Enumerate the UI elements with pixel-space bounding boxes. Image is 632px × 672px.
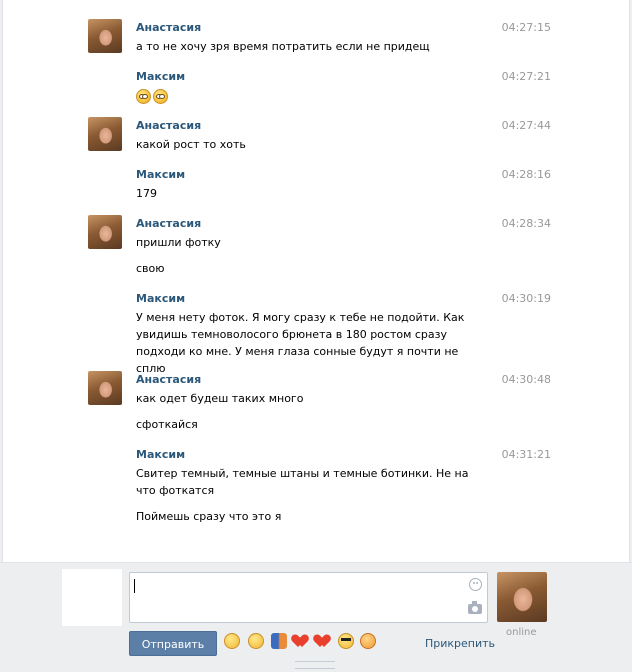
message-text: сфоткайся	[136, 418, 198, 431]
message-text: как одет будеш таких много	[136, 392, 304, 405]
message-text: Свитер темный, темные штаны и темные бот…	[136, 467, 469, 497]
smile-eye-roll-icon	[136, 88, 151, 104]
message-history: Анастасия 04:27:15 а то не хочу зря врем…	[2, 0, 630, 562]
heart-icon[interactable]	[294, 633, 310, 649]
message-time[interactable]: 04:27:44	[502, 119, 551, 132]
online-status: online	[506, 627, 537, 638]
message-author[interactable]: Анастасия	[136, 21, 201, 34]
tired-face-icon[interactable]	[360, 633, 376, 649]
message-time[interactable]: 04:28:16	[502, 168, 551, 181]
message-emoji-row	[136, 87, 488, 104]
message-text: а то не хочу зря время потратить если не…	[136, 40, 430, 53]
message-text: Поймешь сразу что это я	[136, 510, 282, 523]
message-text: какой рост то хоть	[136, 138, 246, 151]
own-avatar-placeholder	[62, 569, 122, 626]
message-author[interactable]: Анастасия	[136, 119, 201, 132]
avatar[interactable]	[88, 371, 122, 405]
message-author[interactable]: Максим	[136, 70, 185, 83]
message-time[interactable]: 04:27:21	[502, 70, 551, 83]
message-time[interactable]: 04:30:19	[502, 292, 551, 305]
text-caret	[134, 579, 135, 593]
message-text: свою	[136, 262, 165, 275]
camera-icon[interactable]	[468, 601, 482, 614]
smile-icon[interactable]	[248, 633, 264, 649]
avatar[interactable]	[88, 215, 122, 249]
message-text: У меня нету фоток. Я могу сразу к тебе н…	[136, 311, 465, 375]
message-author[interactable]: Анастасия	[136, 217, 201, 230]
couple-icon[interactable]	[271, 633, 287, 649]
resize-grip[interactable]	[295, 661, 335, 669]
avatar[interactable]	[88, 117, 122, 151]
message-text: пришли фотку	[136, 236, 221, 249]
sunglasses-icon[interactable]	[338, 633, 354, 649]
smile-eye-roll-icon	[153, 88, 168, 104]
message-author[interactable]: Максим	[136, 292, 185, 305]
message-text: 179	[136, 187, 157, 200]
message-author[interactable]: Максим	[136, 168, 185, 181]
recipient-avatar[interactable]	[497, 572, 547, 622]
message-time[interactable]: 04:30:48	[502, 373, 551, 386]
smile-icon[interactable]	[469, 578, 482, 591]
heart-icon[interactable]	[316, 633, 332, 649]
rolling-eyes-icon[interactable]	[224, 633, 240, 649]
message-author[interactable]: Максим	[136, 448, 185, 461]
message-time[interactable]: 04:31:21	[502, 448, 551, 461]
attach-link[interactable]: Прикрепить	[425, 637, 495, 650]
message-author[interactable]: Анастасия	[136, 373, 201, 386]
message-time[interactable]: 04:27:15	[502, 21, 551, 34]
message-input[interactable]	[129, 572, 488, 623]
avatar[interactable]	[88, 19, 122, 53]
message-time[interactable]: 04:28:34	[502, 217, 551, 230]
send-button[interactable]: Отправить	[129, 631, 217, 656]
